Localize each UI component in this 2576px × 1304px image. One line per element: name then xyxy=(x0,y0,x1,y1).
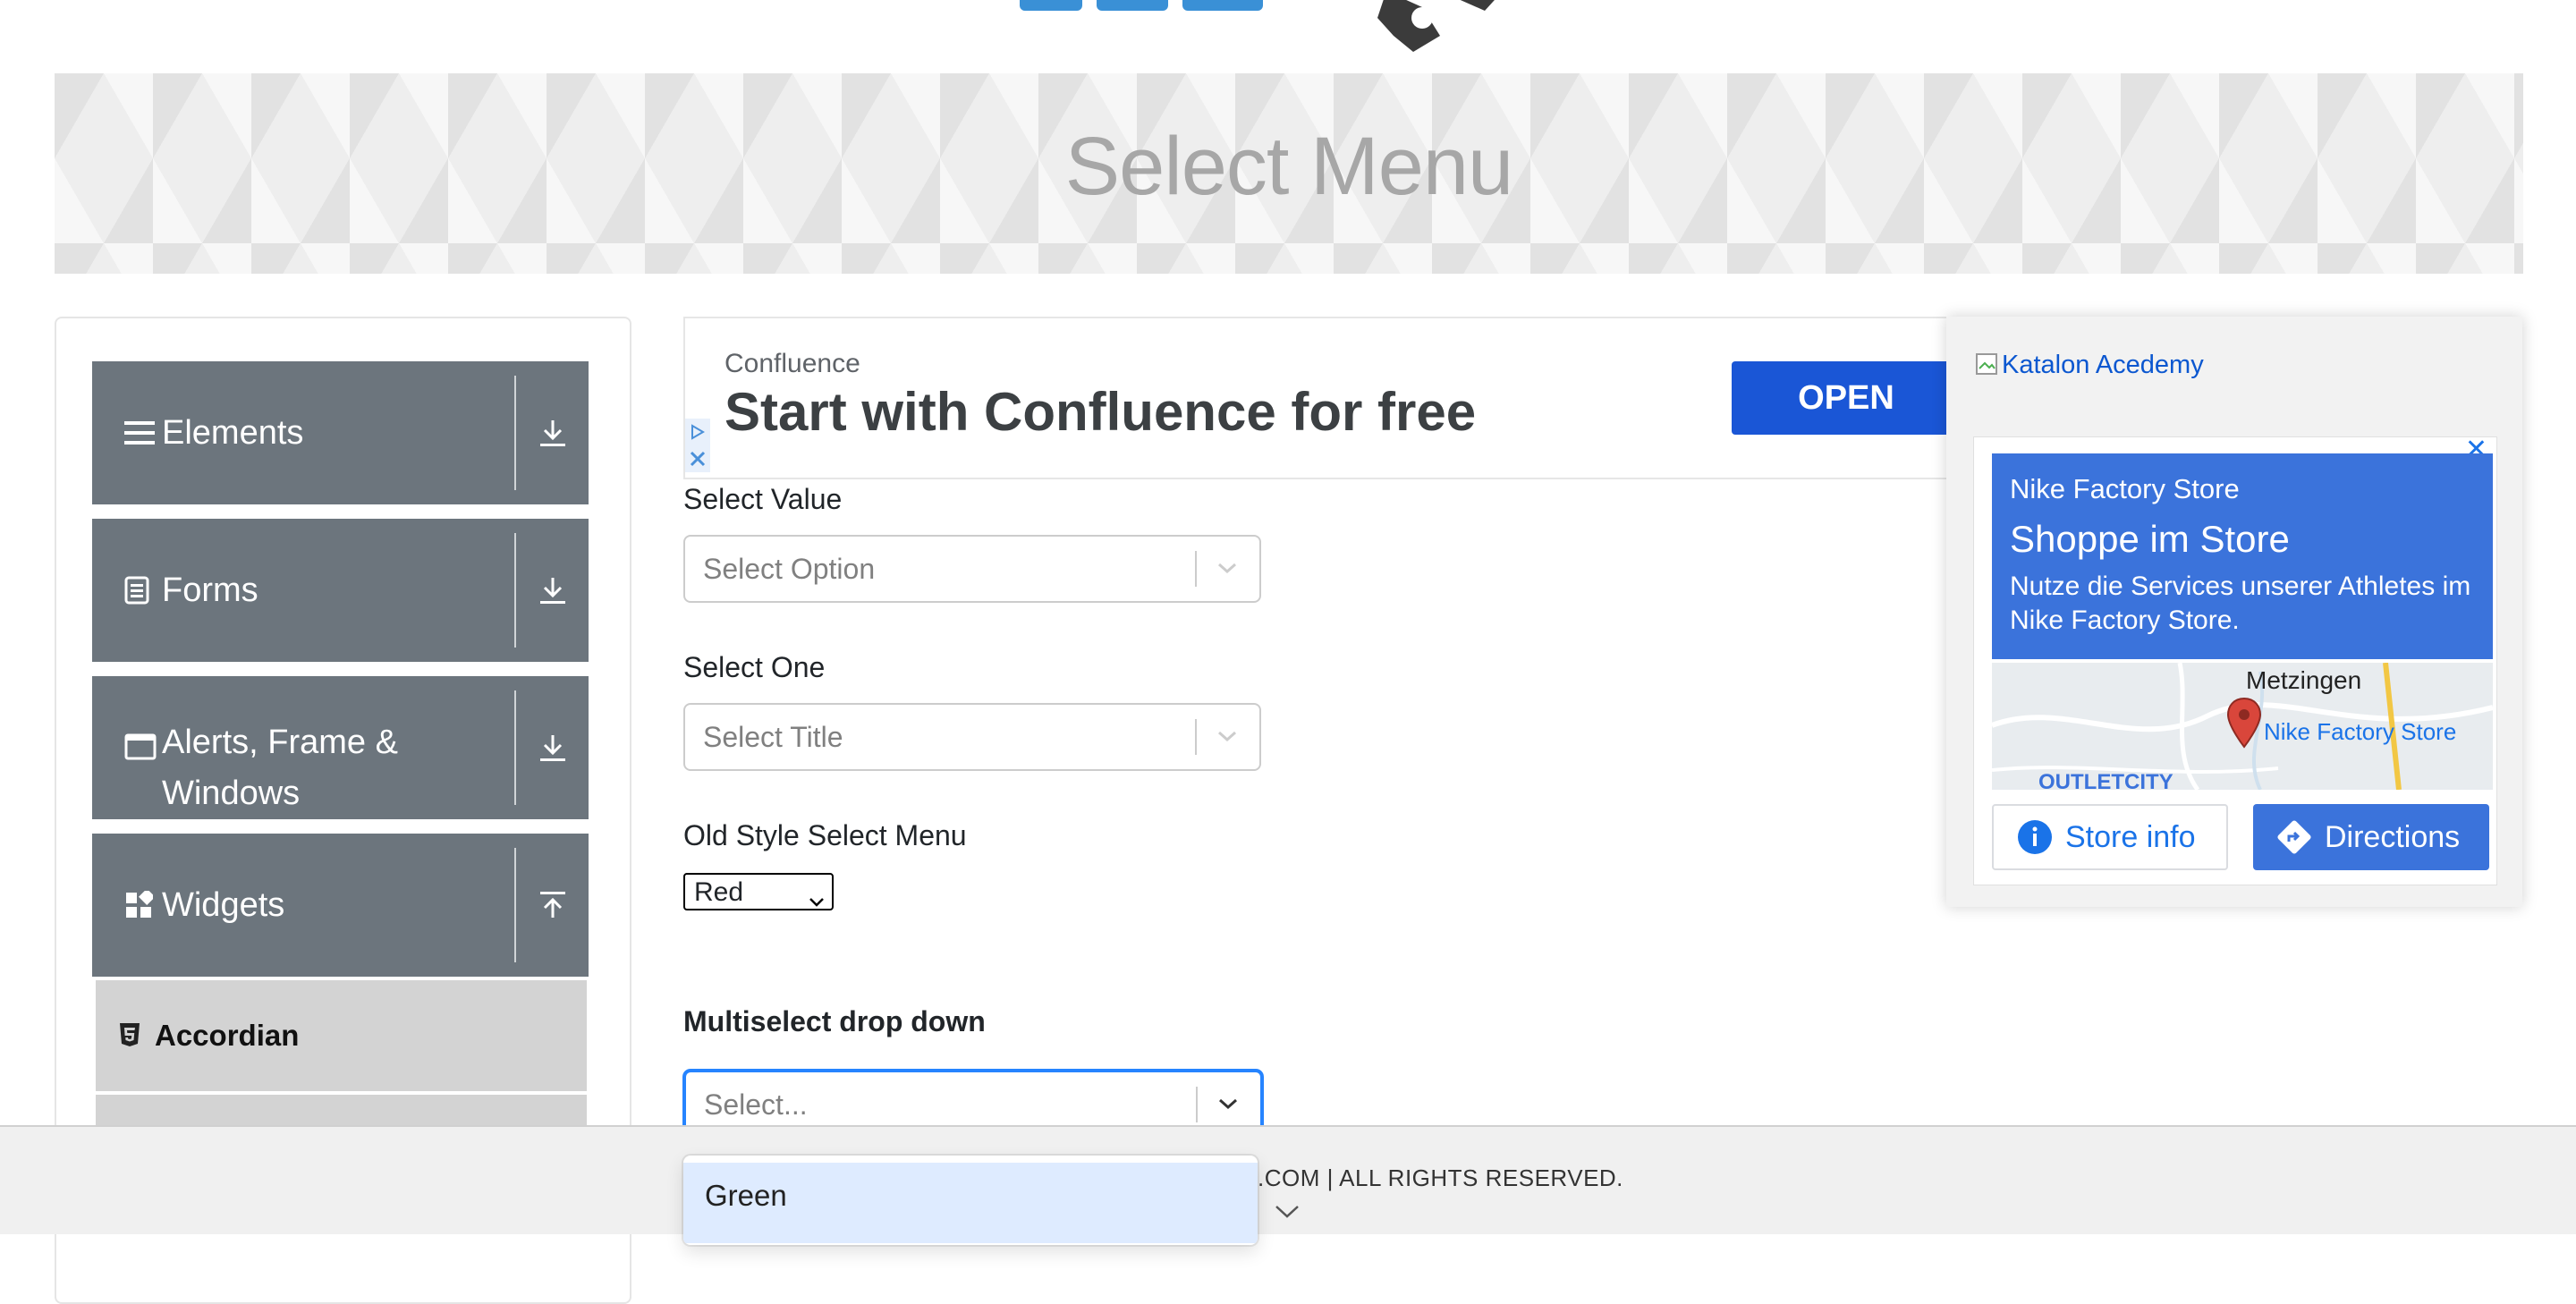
dropdown-option-label: Green xyxy=(705,1179,787,1212)
dropdown-option[interactable]: Green xyxy=(683,1163,1258,1243)
info-icon xyxy=(2018,820,2052,854)
chevron-down-icon xyxy=(809,885,825,916)
katalon-ad-alt-text: Katalon Acedemy xyxy=(2002,351,2204,379)
sidebar-group-label-line2: Windows xyxy=(162,775,301,812)
sidebar-group-label: Widgets xyxy=(162,886,285,924)
map-ad[interactable]: ✕ Nike Factory Store Shoppe im Store Nut… xyxy=(1973,435,2497,885)
ad-brand: Confluence xyxy=(724,349,860,378)
select-value-label: Select Value xyxy=(683,483,843,515)
hamburger-icon xyxy=(124,361,155,504)
html5-icon xyxy=(119,1022,140,1052)
sidebar-group-elements[interactable]: Elements xyxy=(92,361,589,504)
multiselect-label: Multiselect drop down xyxy=(683,1005,986,1037)
store-info-label: Store info xyxy=(2065,819,2196,854)
map-ad-headline: Shoppe im Store xyxy=(2010,518,2290,560)
select-one-placeholder: Select Title xyxy=(703,721,843,753)
sidebar-group-label: Alerts, Frame & xyxy=(162,724,398,761)
chevron-down-icon[interactable] xyxy=(1217,1096,1239,1116)
document-icon xyxy=(124,519,149,662)
map-ad-body: Nutze die Services unserer Athletes im N… xyxy=(2010,572,2471,635)
adchoices-icon[interactable] xyxy=(685,419,710,472)
sidebar-item-label: Accordian xyxy=(155,1019,300,1052)
sidebar-group-label: Forms xyxy=(162,572,258,609)
ad-headline: Start with Confluence for free xyxy=(724,382,1477,442)
footer: .COM | ALL RIGHTS RESERVED. xyxy=(0,1125,2576,1234)
sidebar-group-alerts[interactable]: Alerts, Frame & Windows xyxy=(92,676,589,819)
select-value-placeholder: Select Option xyxy=(703,553,876,585)
select-one-dropdown[interactable]: Select Title xyxy=(683,703,1261,771)
map-area-label: OUTLETCITY xyxy=(2038,770,2174,790)
download-icon xyxy=(538,361,568,504)
map-pin-label: Nike Factory Store xyxy=(2264,718,2457,745)
upload-icon xyxy=(538,834,568,977)
window-icon xyxy=(124,676,157,819)
directions-button[interactable]: Directions xyxy=(2253,804,2489,870)
broken-image-icon xyxy=(1976,352,1997,375)
select-one-label: Select One xyxy=(683,651,826,683)
store-info-button[interactable]: Store info xyxy=(1992,804,2228,870)
map-ad-header[interactable]: Nike Factory Store Shoppe im Store Nutze… xyxy=(1992,453,2493,659)
ad-open-button[interactable]: OPEN xyxy=(1732,361,1961,435)
old-style-select-label: Old Style Select Menu xyxy=(683,819,967,851)
old-style-select-value: Red xyxy=(694,877,744,907)
map-pin-icon xyxy=(2226,697,2262,749)
sidebar-group-widgets[interactable]: Widgets xyxy=(92,834,589,977)
download-icon xyxy=(538,676,568,819)
footer-copyright: .COM | ALL RIGHTS RESERVED. xyxy=(1258,1164,1623,1191)
map-image[interactable]: Metzingen Nike Factory Store OUTLETCITY xyxy=(1992,663,2493,790)
directions-icon xyxy=(2277,820,2311,854)
sidebar-item-accordian[interactable]: Accordian xyxy=(96,980,587,1091)
chevron-down-icon[interactable] xyxy=(1216,728,1238,749)
page-banner: Select Menu xyxy=(55,73,2523,274)
directions-label: Directions xyxy=(2325,819,2461,854)
sidebar-group-forms[interactable]: Forms xyxy=(92,519,589,662)
sidebar-group-label: Elements xyxy=(162,414,304,452)
sidebar-ad[interactable]: Katalon Acedemy ✕ Nike Factory Store Sho… xyxy=(1946,317,2522,907)
chevron-down-icon[interactable] xyxy=(1274,1204,1301,1224)
map-city-label: Metzingen xyxy=(2246,666,2362,694)
page-title: Select Menu xyxy=(1064,121,1513,212)
download-icon xyxy=(538,519,568,662)
select-value-dropdown[interactable]: Select Option xyxy=(683,535,1261,603)
chevron-down-icon[interactable] xyxy=(1216,560,1238,580)
multiselect-menu[interactable]: Green xyxy=(683,1156,1258,1245)
map-ad-store-name: Nike Factory Store xyxy=(2010,473,2240,504)
toolsqa-logo xyxy=(1020,0,1495,52)
old-style-select[interactable]: Red xyxy=(683,873,834,910)
widgets-icon xyxy=(124,834,153,977)
katalon-ad-image[interactable]: Katalon Acedemy xyxy=(1975,351,2204,380)
